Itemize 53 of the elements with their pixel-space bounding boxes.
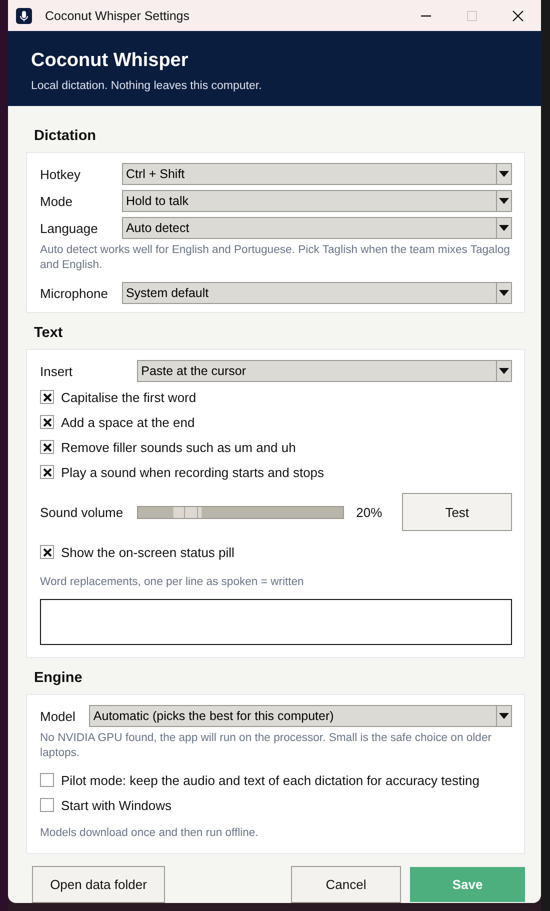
checkbox-label: Pilot mode: keep the audio and text of each dictation for accuracy testing bbox=[61, 772, 480, 788]
field-label: Mode bbox=[40, 194, 74, 208]
checkbox-label: Play a sound when recording starts and stops bbox=[61, 464, 324, 480]
dropdown-arrow-icon bbox=[499, 713, 509, 719]
dropdown-arrow-icon bbox=[499, 198, 509, 204]
help-text: Auto detect works well for English and Portuguese. Pick Taglish when the team mixes Tagalog and English. bbox=[40, 243, 511, 273]
dropdown[interactable]: System default bbox=[122, 282, 512, 304]
window-title: Coconut Whisper Settings bbox=[45, 8, 190, 22]
checkbox-label: Add a space at the end bbox=[61, 414, 195, 430]
section-heading: Text bbox=[34, 325, 64, 341]
checkbox[interactable] bbox=[40, 545, 54, 559]
checkbox[interactable] bbox=[40, 415, 54, 429]
close-icon bbox=[512, 10, 524, 22]
checkbox-label: Remove filler sounds such as um and uh bbox=[61, 440, 296, 454]
microphone-icon bbox=[16, 8, 32, 24]
dropdown-arrow-icon bbox=[499, 290, 509, 296]
dropdown[interactable]: Auto detect bbox=[122, 217, 512, 239]
app-subtitle: Local dictation. Nothing leaves this computer. bbox=[31, 80, 263, 92]
checkbox[interactable] bbox=[40, 773, 54, 787]
checkbox[interactable] bbox=[40, 465, 54, 479]
dropdown[interactable]: Automatic (picks the best for this computer) bbox=[89, 705, 512, 727]
cancel-button[interactable]: Cancel bbox=[291, 866, 401, 903]
dropdown[interactable]: Ctrl + Shift bbox=[122, 163, 512, 185]
dropdown-arrow-icon bbox=[499, 225, 509, 231]
dropdown-arrow-icon bbox=[499, 368, 510, 374]
maximize-icon bbox=[466, 10, 478, 22]
checkbox[interactable] bbox=[40, 798, 54, 812]
checkbox-label: Capitalise the first word bbox=[61, 390, 196, 404]
open-folder-button[interactable]: Open data folder bbox=[32, 866, 165, 903]
checkbox[interactable] bbox=[40, 390, 54, 404]
field-label: Model bbox=[40, 708, 76, 724]
dropdown[interactable]: Hold to talk bbox=[122, 190, 512, 212]
field-label: Insert bbox=[40, 364, 74, 378]
checkbox-label: Show the on-screen status pill bbox=[61, 544, 234, 560]
section-heading: Dictation bbox=[34, 128, 98, 144]
dropdown[interactable]: Paste at the cursor bbox=[137, 360, 512, 382]
volume-reading: 20% bbox=[356, 504, 384, 520]
field-caption: Word replacements, one per line as spoken = written bbox=[40, 575, 305, 590]
app-title: Coconut Whisper bbox=[31, 50, 190, 72]
slider-thumb[interactable] bbox=[173, 506, 202, 518]
checkbox-label: Start with Windows bbox=[61, 798, 172, 812]
section-heading: Engine bbox=[34, 670, 84, 686]
volume-slider[interactable] bbox=[137, 506, 344, 518]
checkbox[interactable] bbox=[40, 440, 54, 454]
help-text: Models download once and then run offline. bbox=[40, 826, 260, 841]
field-label: Microphone bbox=[40, 286, 108, 300]
text-area[interactable] bbox=[40, 599, 512, 645]
help-text: No NVIDIA GPU found, the app will run on the processor. Small is the safe choice on older laptops. bbox=[40, 731, 492, 761]
dropdown-arrow-icon bbox=[499, 171, 509, 177]
field-label: Language bbox=[40, 220, 99, 236]
field-label: Sound volume bbox=[40, 504, 124, 520]
test-button[interactable]: Test bbox=[402, 493, 512, 531]
field-label: Hotkey bbox=[40, 166, 82, 182]
